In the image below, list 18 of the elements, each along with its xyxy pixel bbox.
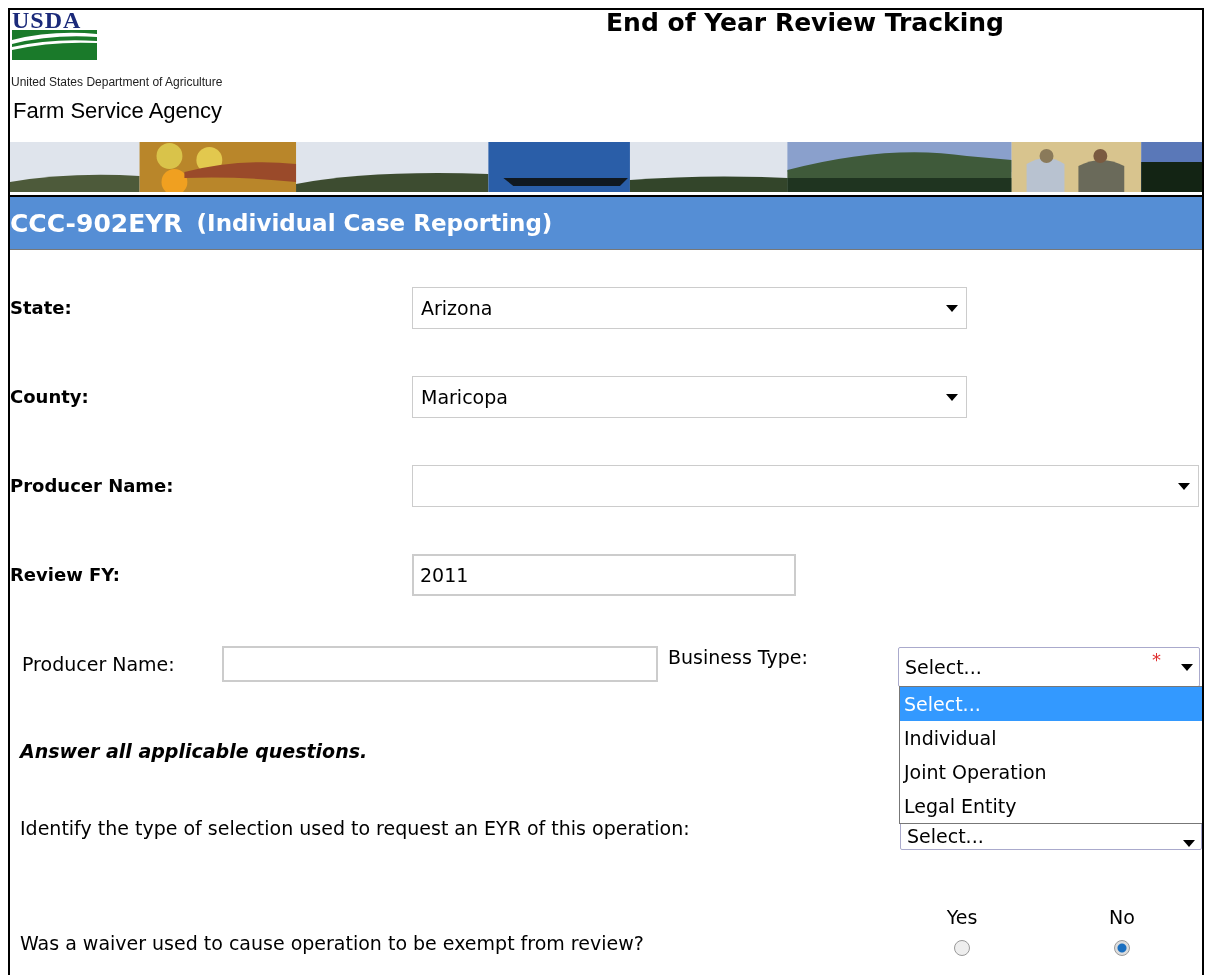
field-label: Review FY: (10, 563, 122, 585)
radio-label: Yes (946, 906, 978, 928)
question-text: Was a waiver used to cause operation to be exempt from review? (20, 932, 645, 956)
department-name: United States Department of Agriculture (10, 75, 224, 89)
instructions: Answer all applicable questions. (20, 740, 368, 762)
logo-text: USDA (12, 10, 83, 30)
radio-label: No (1109, 906, 1135, 928)
form-code: CCC-902EYR (10, 208, 183, 238)
field-label: County: (10, 385, 90, 407)
page-title: End of Year Review Tracking (606, 10, 1004, 39)
agency-name: Farm Service Agency (12, 98, 224, 124)
field-label: Producer Name: (22, 653, 176, 675)
form-subtitle: (Individual Case Reporting) (196, 210, 553, 236)
field-label: Producer Name: (10, 474, 175, 496)
required-mark: * (1152, 648, 1161, 670)
field-label: Business Type: (668, 646, 809, 668)
question-text: Identify the type of selection used to request an EYR of this operation: (20, 817, 690, 839)
field-label: State: (10, 296, 73, 318)
